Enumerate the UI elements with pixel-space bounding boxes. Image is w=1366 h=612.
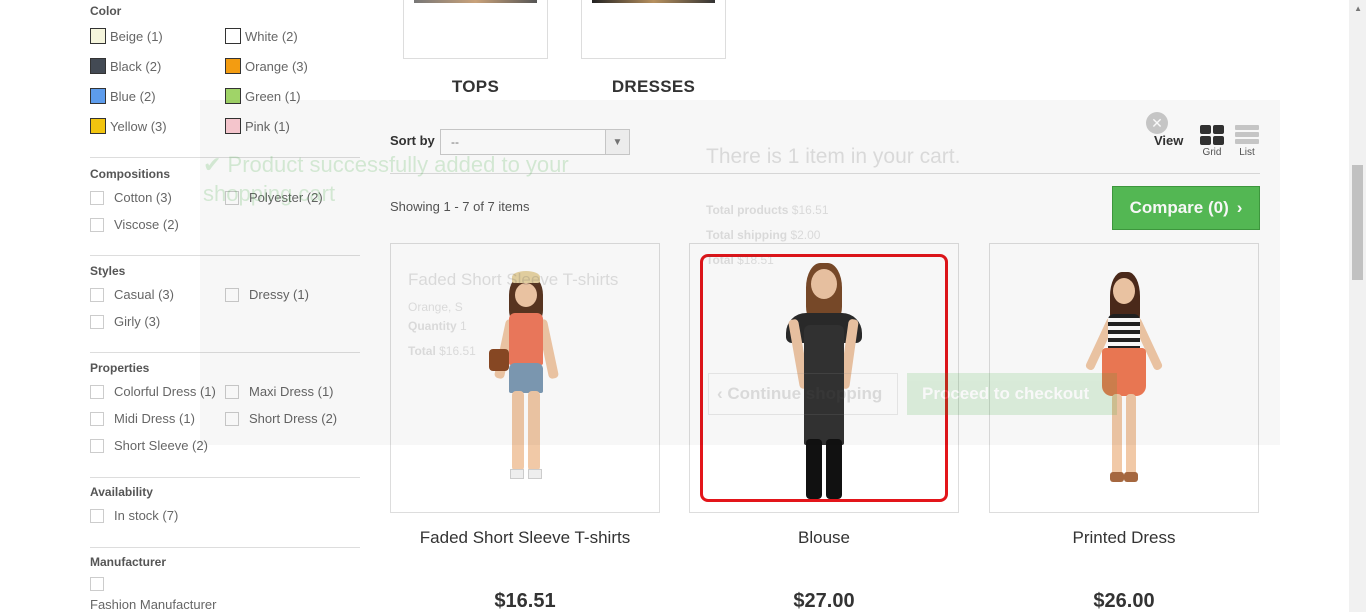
filter-title-properties: Properties bbox=[90, 361, 150, 375]
category-image bbox=[592, 0, 715, 3]
filter-cotton[interactable]: Cotton (3) bbox=[90, 190, 172, 205]
checkbox[interactable] bbox=[90, 438, 104, 453]
filter-label: Girly (3) bbox=[114, 314, 161, 329]
filter-label: Yellow (3) bbox=[110, 118, 167, 134]
color-swatch[interactable] bbox=[90, 88, 106, 104]
product-name-link[interactable]: Printed Dress bbox=[989, 528, 1259, 548]
filter-midi-dress[interactable]: Midi Dress (1) bbox=[90, 411, 195, 426]
filter-title-manufacturer: Manufacturer bbox=[90, 555, 167, 569]
filter-label: Short Sleeve (2) bbox=[114, 438, 208, 453]
color-swatch[interactable] bbox=[225, 58, 241, 74]
filter-short-sleeve[interactable]: Short Sleeve (2) bbox=[90, 438, 208, 453]
filter-label: In stock (7) bbox=[114, 508, 179, 523]
filter-color-black[interactable]: Black (2) bbox=[90, 58, 161, 74]
category-thumb-tops[interactable] bbox=[403, 0, 548, 59]
product-price: $26.00 bbox=[1093, 590, 1155, 612]
filter-label: Cotton (3) bbox=[114, 190, 172, 205]
color-swatch[interactable] bbox=[225, 28, 241, 44]
category-label-tops[interactable]: TOPS bbox=[403, 77, 548, 97]
filter-label: Fashion Manufacturer bbox=[90, 597, 217, 612]
checkbox[interactable] bbox=[90, 384, 104, 399]
filter-casual[interactable]: Casual (3) bbox=[90, 287, 174, 302]
category-thumb-dresses[interactable] bbox=[581, 0, 726, 59]
filter-label: Midi Dress (1) bbox=[114, 411, 195, 426]
checkbox[interactable] bbox=[90, 287, 104, 302]
filter-title-availability: Availability bbox=[90, 485, 153, 499]
filter-girly[interactable]: Girly (3) bbox=[90, 314, 160, 329]
category-label-dresses[interactable]: DRESSES bbox=[581, 77, 726, 97]
color-swatch[interactable] bbox=[90, 118, 106, 134]
filter-color-blue[interactable]: Blue (2) bbox=[90, 88, 156, 104]
filter-viscose[interactable]: Viscose (2) bbox=[90, 217, 179, 232]
filter-title-styles: Styles bbox=[90, 264, 126, 278]
checkbox[interactable] bbox=[90, 314, 104, 329]
filter-color-white[interactable]: White (2) bbox=[225, 28, 298, 44]
filter-label: Beige (1) bbox=[110, 28, 163, 44]
product-price: $27.00 bbox=[793, 590, 855, 612]
category-image bbox=[414, 0, 537, 3]
filter-label: Blue (2) bbox=[110, 88, 156, 104]
product-name-link[interactable]: Blouse bbox=[689, 528, 959, 548]
scrollbar-thumb[interactable] bbox=[1352, 165, 1363, 280]
filter-fashion-manufacturer[interactable]: Fashion Manufacturer bbox=[90, 597, 216, 612]
filter-label: Viscose (2) bbox=[114, 217, 179, 232]
checkbox[interactable] bbox=[90, 217, 104, 232]
cart-popup-ghost bbox=[200, 100, 1280, 445]
color-swatch[interactable] bbox=[90, 58, 106, 74]
product-name-link[interactable]: Faded Short Sleeve T-shirts bbox=[390, 528, 660, 548]
filter-title-color: Color bbox=[90, 4, 122, 18]
filter-color-yellow[interactable]: Yellow (3) bbox=[90, 118, 167, 134]
divider bbox=[90, 477, 360, 478]
filter-in-stock[interactable]: In stock (7) bbox=[90, 508, 178, 523]
product-price: $16.51 bbox=[494, 590, 556, 612]
filter-label: Black (2) bbox=[110, 58, 162, 74]
checkbox[interactable] bbox=[90, 411, 104, 426]
filter-colorful-dress[interactable]: Colorful Dress (1) bbox=[90, 384, 216, 399]
filter-color-beige[interactable]: Beige (1) bbox=[90, 28, 163, 44]
filter-label: Casual (3) bbox=[114, 287, 174, 302]
checkbox[interactable] bbox=[90, 508, 104, 523]
filter-title-compositions: Compositions bbox=[90, 167, 170, 181]
scroll-up-icon[interactable]: ▲ bbox=[1354, 4, 1362, 13]
filter-color-orange[interactable]: Orange (3) bbox=[225, 58, 308, 74]
color-swatch[interactable] bbox=[90, 28, 106, 44]
divider bbox=[90, 547, 360, 548]
filter-label: White (2) bbox=[245, 28, 298, 44]
checkbox[interactable] bbox=[90, 577, 104, 591]
checkbox[interactable] bbox=[90, 190, 104, 205]
filter-label: Orange (3) bbox=[245, 58, 308, 74]
page-scrollbar[interactable]: ▲ bbox=[1349, 0, 1366, 612]
